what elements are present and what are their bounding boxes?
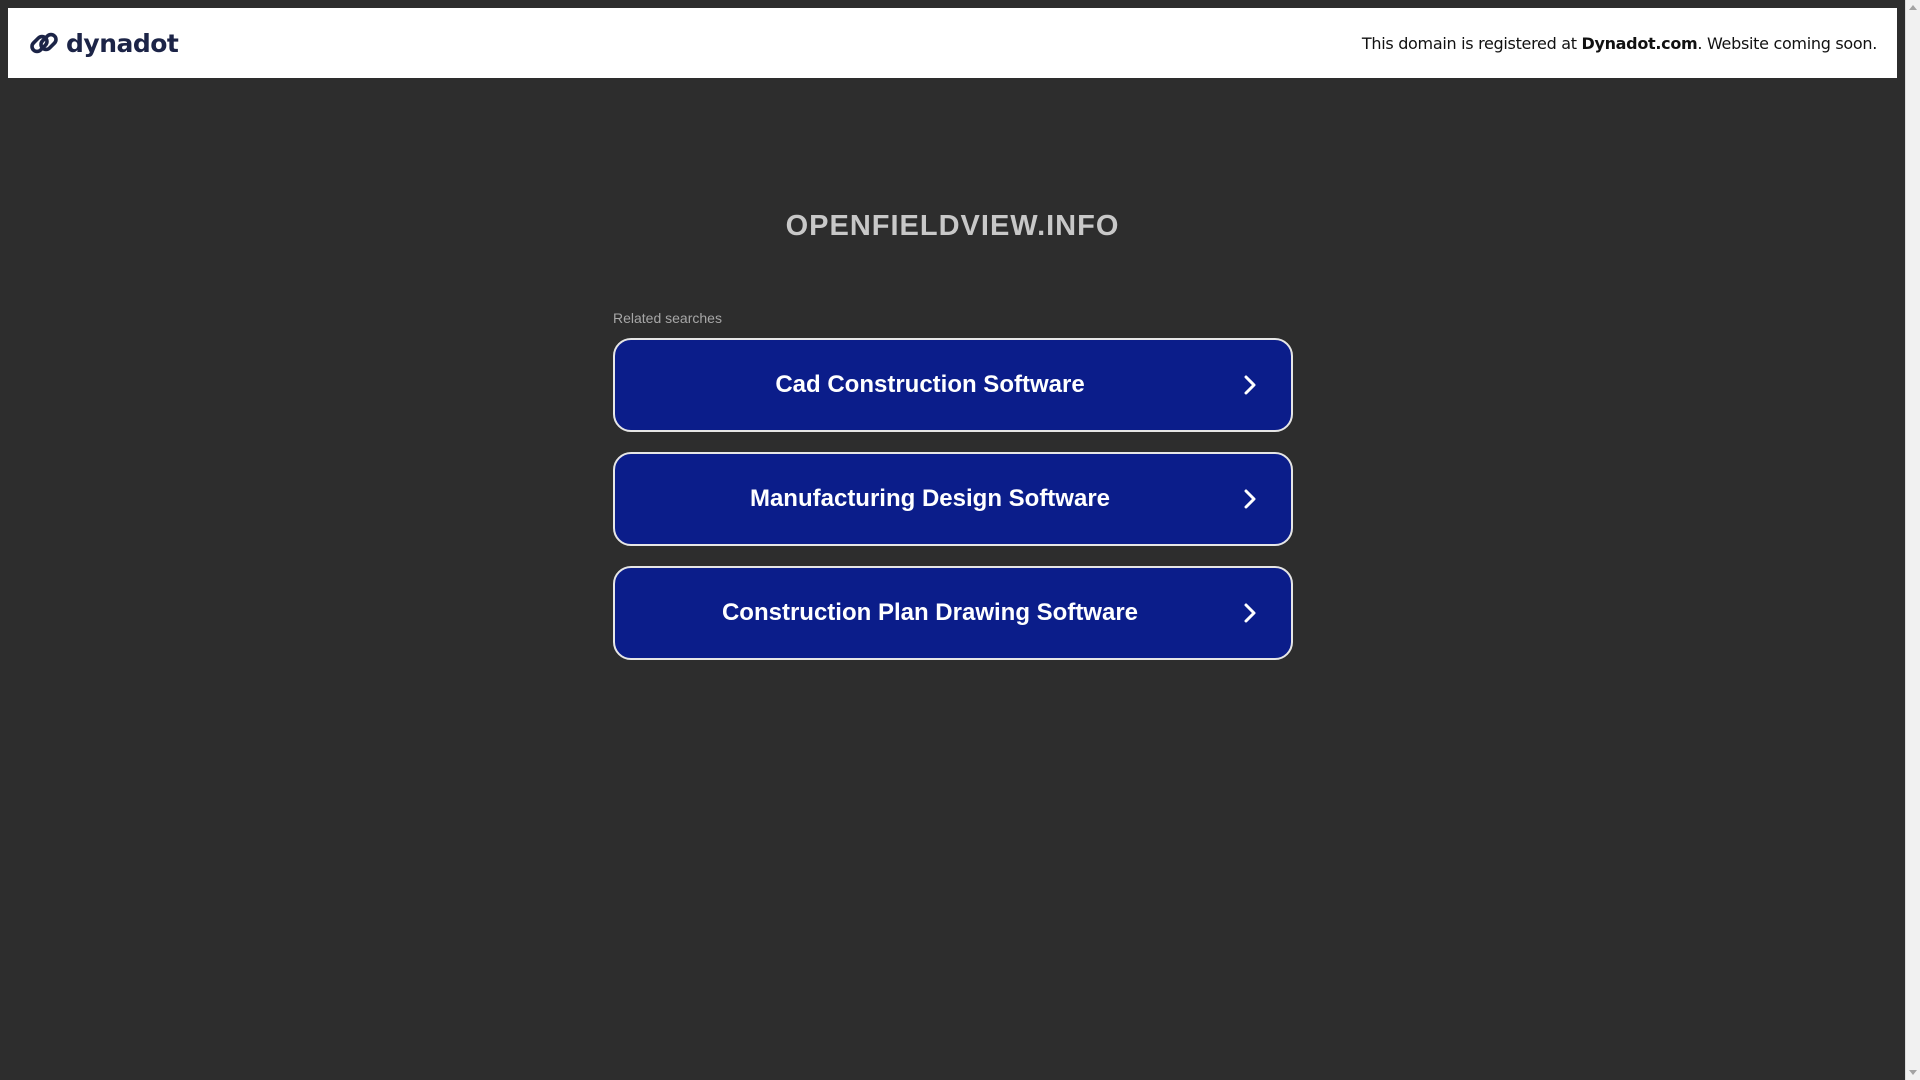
search-button-construction-plan-drawing-software[interactable]: Construction Plan Drawing Software <box>613 566 1293 660</box>
related-searches: Related searches Cad Construction Softwa… <box>613 310 1293 680</box>
chevron-right-icon <box>1244 375 1256 395</box>
chevron-right-icon <box>1244 603 1256 623</box>
registration-notice: This domain is registered at Dynadot.com… <box>1362 34 1877 53</box>
brand-logo[interactable]: dynadot <box>28 27 179 59</box>
vertical-scrollbar[interactable] <box>1905 0 1920 1080</box>
search-button-manufacturing-design-software[interactable]: Manufacturing Design Software <box>613 452 1293 546</box>
top-banner: dynadot This domain is registered at Dyn… <box>8 8 1897 78</box>
search-button-cad-construction-software[interactable]: Cad Construction Software <box>613 338 1293 432</box>
search-button-label: Manufacturing Design Software <box>749 485 1111 512</box>
scroll-down-arrow-icon[interactable] <box>1909 1070 1917 1075</box>
notice-brand-link[interactable]: Dynadot.com <box>1581 34 1697 53</box>
page: dynadot This domain is registered at Dyn… <box>0 0 1920 1080</box>
search-button-label: Cad Construction Software <box>775 371 1085 398</box>
domain-title: OPENFIELDVIEW.INFO <box>785 210 1120 242</box>
chevron-right-icon <box>1244 489 1256 509</box>
notice-suffix: . Website coming soon. <box>1697 33 1877 53</box>
related-searches-label: Related searches <box>613 310 722 326</box>
brand-name: dynadot <box>66 28 179 58</box>
search-button-label: Construction Plan Drawing Software <box>721 599 1139 626</box>
notice-prefix: This domain is registered at <box>1361 33 1582 53</box>
link-chain-icon <box>30 32 58 54</box>
scroll-up-arrow-icon[interactable] <box>1909 5 1917 10</box>
